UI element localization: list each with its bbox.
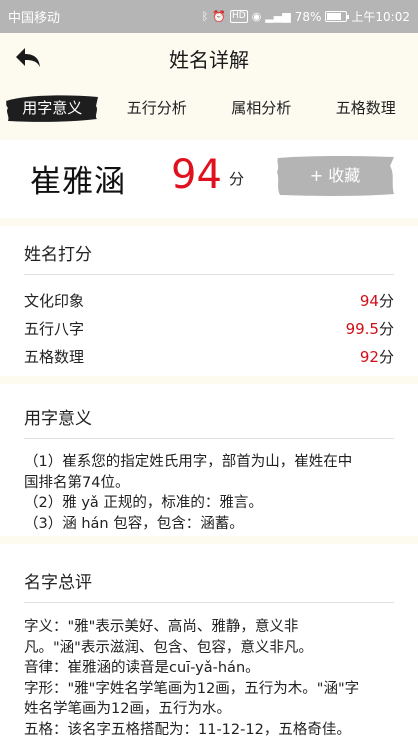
battery-fill: [327, 13, 342, 20]
rating-unit: 分: [378, 292, 394, 310]
clock: 上午10:02: [351, 10, 410, 24]
meaning-text: （1）崔系您的指定姓氏用字，部首为山，崔姓在中 国排名第74位。 （2）雅 yǎ…: [24, 452, 394, 534]
review-line: 姓名学笔画为12画，五行为水。: [24, 701, 231, 717]
review-line: 字义："雅"表示美好、高尚、雅静，意义非: [24, 619, 299, 635]
tab-label: 五格数理: [335, 99, 396, 117]
tab-wuxing[interactable]: 五行分析: [105, 90, 210, 126]
meaning-line: 国排名第74位。: [24, 474, 130, 491]
status-bar: 中国移动 ᛒ ⏰ HD ◉ ▂▄▆ 78% 上午10:02: [0, 0, 418, 33]
review-line: 五格：该名字五格搭配为：11-12-12，五格奇佳。: [24, 721, 351, 738]
rating-section: 姓名打分 文化印象 94分 五行八字 99.5分 五格数理 92分: [0, 226, 418, 376]
meaning-title: 用字意义: [24, 409, 92, 429]
rating-number: 92: [359, 348, 379, 366]
rating-number: 94: [359, 292, 379, 310]
rating-label: 五行八字: [24, 320, 85, 338]
battery-icon: [325, 11, 350, 22]
favorite-label: + 收藏: [309, 166, 361, 185]
review-title: 名字总评: [24, 573, 92, 593]
review-line: 字形："雅"字姓名学笔画为12画，五行为木。"涵"字: [24, 680, 360, 697]
hd-icon: HD: [230, 10, 248, 23]
battery-percent: 78%: [294, 9, 322, 24]
meaning-line: （3）涵 hán 包容，包含：涵蓄。: [24, 515, 244, 532]
carrier-label: 中国移动: [8, 11, 61, 26]
rating-row-wuxing: 五行八字 99.5分: [24, 318, 394, 339]
total-score: 94: [171, 152, 222, 198]
rating-value: 92分: [360, 346, 394, 367]
rating-number: 99.5: [345, 320, 379, 338]
tab-wuge[interactable]: 五格数理: [314, 90, 418, 126]
rating-unit: 分: [378, 320, 394, 338]
tab-label: 用字意义: [22, 99, 83, 117]
back-button[interactable]: [10, 41, 46, 75]
rating-label: 五格数理: [24, 348, 85, 366]
tab-meaning[interactable]: 用字意义: [0, 90, 105, 126]
tab-bar: 用字意义 五行分析 属相分析 五格数理: [0, 84, 418, 132]
rating-row-wuge: 五格数理 92分: [24, 346, 394, 367]
meaning-line: （2）雅 yǎ 正规的，标准的：雅言。: [24, 495, 263, 511]
page-title: 姓名详解: [169, 47, 249, 72]
name-card: 崔雅涵 94 分 + 收藏: [0, 140, 418, 218]
eye-icon: ◉: [251, 10, 262, 23]
rating-title: 姓名打分: [24, 245, 92, 265]
review-section: 名字总评 字义："雅"表示美好、高尚、雅静，意义非 凡。"涵"表示滋润、包含、包…: [0, 544, 418, 743]
review-text: 字义："雅"表示美好、高尚、雅静，意义非 凡。"涵"表示滋润、包含、包容，意义非…: [24, 617, 394, 740]
rating-row-culture: 文化印象 94分: [24, 290, 394, 311]
bluetooth-icon: ᛒ: [201, 10, 209, 23]
tab-label: 五行分析: [126, 99, 187, 117]
rating-label: 文化印象: [24, 292, 85, 310]
rating-unit: 分: [378, 348, 394, 366]
review-line: 凡。"涵"表示滋润、包含、包容，意义非凡。: [24, 639, 313, 656]
divider: [24, 602, 394, 603]
tab-zodiac[interactable]: 属相分析: [209, 90, 314, 126]
add-favorite-button[interactable]: + 收藏: [274, 154, 396, 198]
review-line: 音律：崔雅涵的读音是cuī-yǎ-hán。: [24, 660, 260, 676]
meaning-section: 用字意义 （1）崔系您的指定姓氏用字，部首为山，崔姓在中 国排名第74位。 （2…: [0, 384, 418, 536]
alarm-icon: ⏰: [212, 10, 227, 23]
rating-value: 94分: [360, 290, 394, 311]
status-icons: ᛒ ⏰ HD ◉ ▂▄▆ 78% 上午10:02: [202, 8, 410, 25]
full-name: 崔雅涵: [30, 164, 126, 200]
back-arrow-icon: [16, 48, 40, 67]
meaning-line: （1）崔系您的指定姓氏用字，部首为山，崔姓在中: [24, 454, 353, 470]
title-bar: 姓名详解: [0, 33, 418, 83]
rating-value: 99.5分: [346, 318, 394, 339]
divider: [24, 274, 394, 275]
score-unit: 分: [229, 170, 245, 188]
divider: [24, 438, 394, 439]
signal-icon: ▂▄▆: [265, 10, 291, 23]
tab-label: 属相分析: [231, 99, 292, 117]
